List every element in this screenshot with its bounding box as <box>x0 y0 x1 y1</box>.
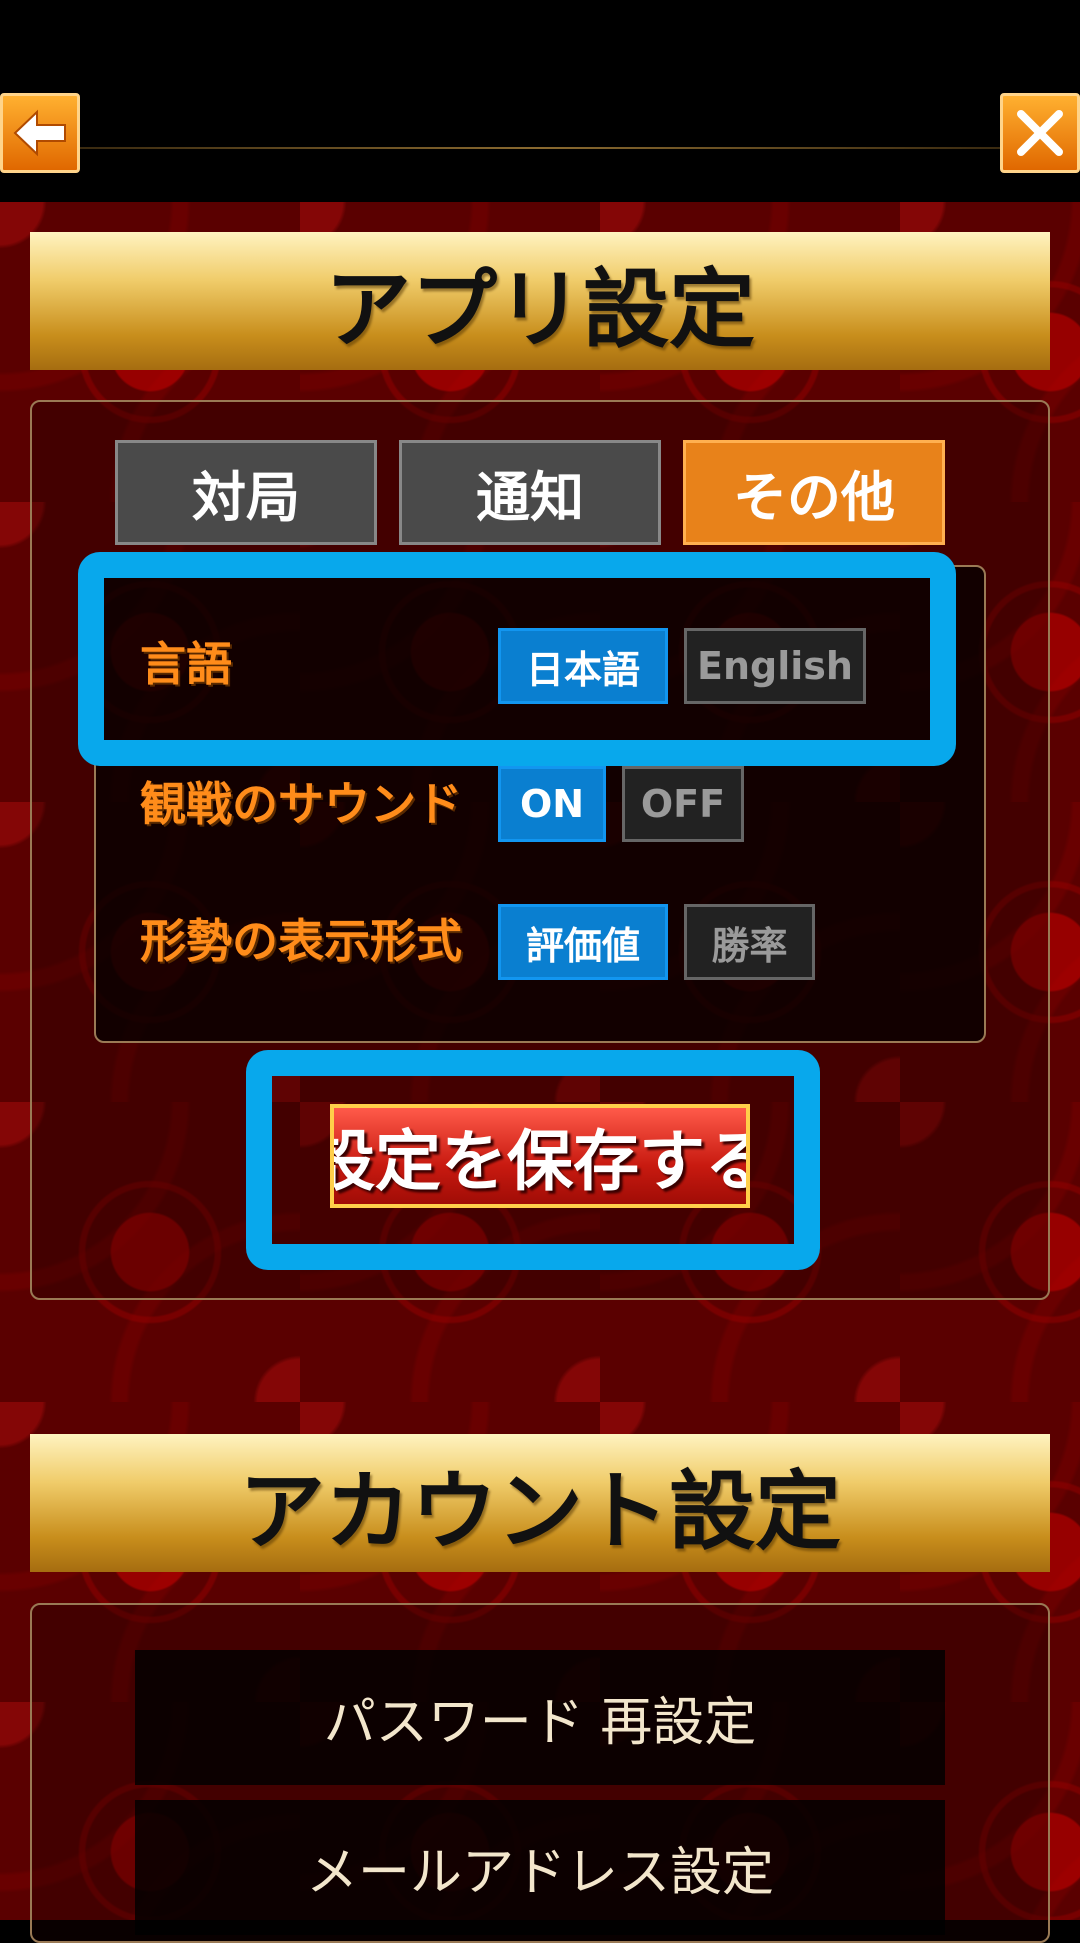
display-format-label: 形勢の表示形式 <box>140 914 462 968</box>
back-button[interactable] <box>0 93 80 173</box>
sound-on-option[interactable]: ON <box>498 766 606 842</box>
top-bar <box>0 0 1080 202</box>
spectator-sound-label: 観戦のサウンド <box>140 777 462 831</box>
close-icon <box>1017 110 1063 156</box>
account-settings-header: アカウント設定 <box>30 1434 1050 1572</box>
save-highlight-box <box>246 1050 820 1270</box>
email-settings-button[interactable]: メールアドレス設定 <box>135 1800 945 1935</box>
tab-other[interactable]: その他 <box>683 440 945 545</box>
sound-off-option[interactable]: OFF <box>622 766 744 842</box>
app-settings-header: アプリ設定 <box>30 232 1050 370</box>
evaluation-value-option[interactable]: 評価値 <box>498 904 668 980</box>
tab-game[interactable]: 対局 <box>115 440 377 545</box>
tab-notification[interactable]: 通知 <box>399 440 661 545</box>
account-settings-title: アカウント設定 <box>239 1461 841 1562</box>
language-highlight-box <box>78 552 956 766</box>
close-button[interactable] <box>1000 93 1080 173</box>
arrow-left-icon <box>13 109 66 157</box>
win-rate-option[interactable]: 勝率 <box>684 904 815 980</box>
app-settings-title: アプリ設定 <box>325 259 755 360</box>
top-divider <box>80 147 1000 149</box>
password-reset-button[interactable]: パスワード 再設定 <box>135 1650 945 1785</box>
